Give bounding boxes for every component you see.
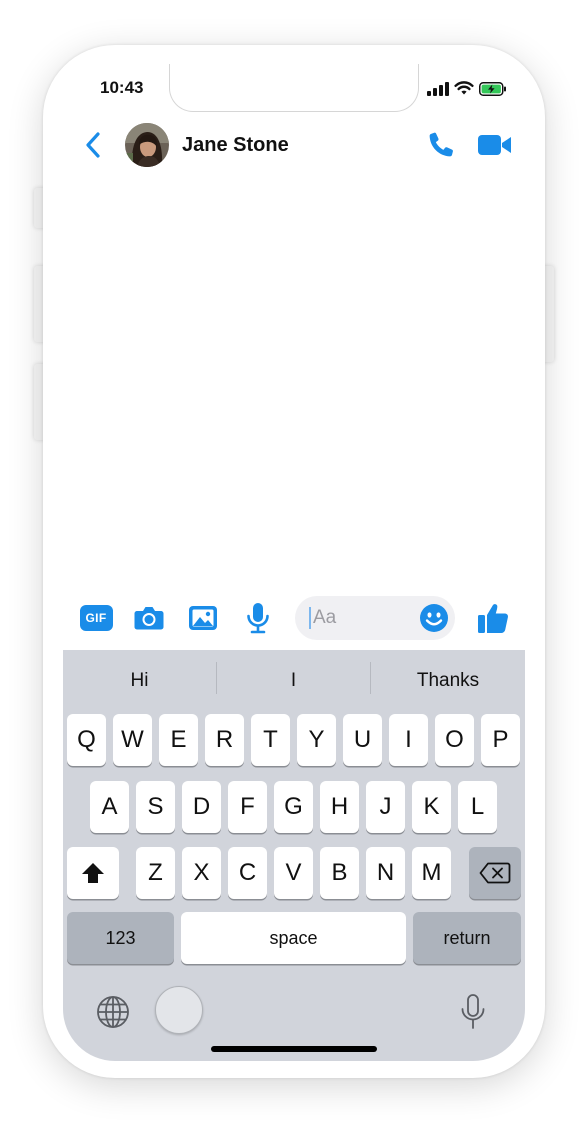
key-i[interactable]: I [389,714,428,766]
key-r[interactable]: R [205,714,244,766]
assistive-touch-button[interactable] [155,986,203,1034]
voice-message-button[interactable] [241,601,275,635]
composer-bar: GIF [63,592,525,644]
photo-gallery-button[interactable] [185,601,221,635]
key-x[interactable]: X [182,847,221,899]
notch [169,64,419,112]
globe-button[interactable] [95,994,131,1030]
home-indicator[interactable] [211,1046,377,1052]
key-j[interactable]: J [366,781,405,833]
globe-icon [97,996,129,1028]
battery-charging-icon [479,81,506,96]
numbers-key[interactable]: 123 [67,912,174,964]
microphone-icon [461,994,485,1029]
gif-icon: GIF [79,605,113,631]
key-q[interactable]: Q [67,714,106,766]
emoji-icon [420,604,448,632]
voice-call-button[interactable] [425,130,457,160]
shift-key[interactable] [67,847,119,899]
image-icon [189,606,217,630]
cellular-signal-icon [427,81,449,96]
key-f[interactable]: F [228,781,267,833]
key-h[interactable]: H [320,781,359,833]
key-n[interactable]: N [366,847,405,899]
contact-name[interactable]: Jane Stone [182,134,289,157]
avatar-photo [125,123,169,167]
phone-screen: 10:43 Jane Stone GIF Aa Hi I Thanks Q W … [63,64,525,1061]
message-input-container [295,596,455,640]
status-icons [427,81,507,96]
status-time: 10:43 [100,78,144,97]
camera-icon [134,607,164,630]
key-d[interactable]: D [182,781,221,833]
key-u[interactable]: U [343,714,382,766]
delete-key[interactable] [469,847,521,899]
key-s[interactable]: S [136,781,175,833]
back-button[interactable] [81,130,105,160]
text-caret [309,607,311,629]
video-call-button[interactable] [475,130,515,160]
key-w[interactable]: W [113,714,152,766]
suggestion-1[interactable]: Hi [63,670,216,692]
key-z[interactable]: Z [136,847,175,899]
predictive-text-bar: Hi I Thanks [63,650,525,710]
key-c[interactable]: C [228,847,267,899]
key-t[interactable]: T [251,714,290,766]
key-m[interactable]: M [412,847,451,899]
key-e[interactable]: E [159,714,198,766]
chevron-left-icon [86,132,100,158]
wifi-icon [454,81,474,95]
backspace-icon [479,862,511,884]
camera-button[interactable] [131,601,167,635]
key-a[interactable]: A [90,781,129,833]
microphone-icon [247,603,269,634]
suggestion-3[interactable]: Thanks [371,670,525,692]
emoji-button[interactable] [419,603,449,633]
key-g[interactable]: G [274,781,313,833]
key-v[interactable]: V [274,847,313,899]
dictation-button[interactable] [459,993,487,1031]
shift-arrow-icon [82,863,104,883]
space-key[interactable]: space [181,912,406,964]
stage: 10:43 Jane Stone GIF Aa Hi I Thanks Q W … [0,0,588,1126]
key-b[interactable]: B [320,847,359,899]
video-camera-icon [478,135,511,155]
key-o[interactable]: O [435,714,474,766]
like-button[interactable] [475,600,511,636]
on-screen-keyboard: Hi I Thanks Q W E R T Y U I O P A S D F … [63,650,525,1061]
key-l[interactable]: L [458,781,497,833]
key-y[interactable]: Y [297,714,336,766]
message-thread[interactable] [63,176,525,586]
thumbs-up-icon [478,604,509,633]
message-input[interactable] [309,596,409,640]
key-p[interactable]: P [481,714,520,766]
gif-button[interactable]: GIF [78,601,114,635]
return-key[interactable]: return [413,912,521,964]
phone-icon [429,132,453,157]
contact-avatar[interactable] [125,123,169,167]
suggestion-2[interactable]: I [217,670,370,692]
key-k[interactable]: K [412,781,451,833]
